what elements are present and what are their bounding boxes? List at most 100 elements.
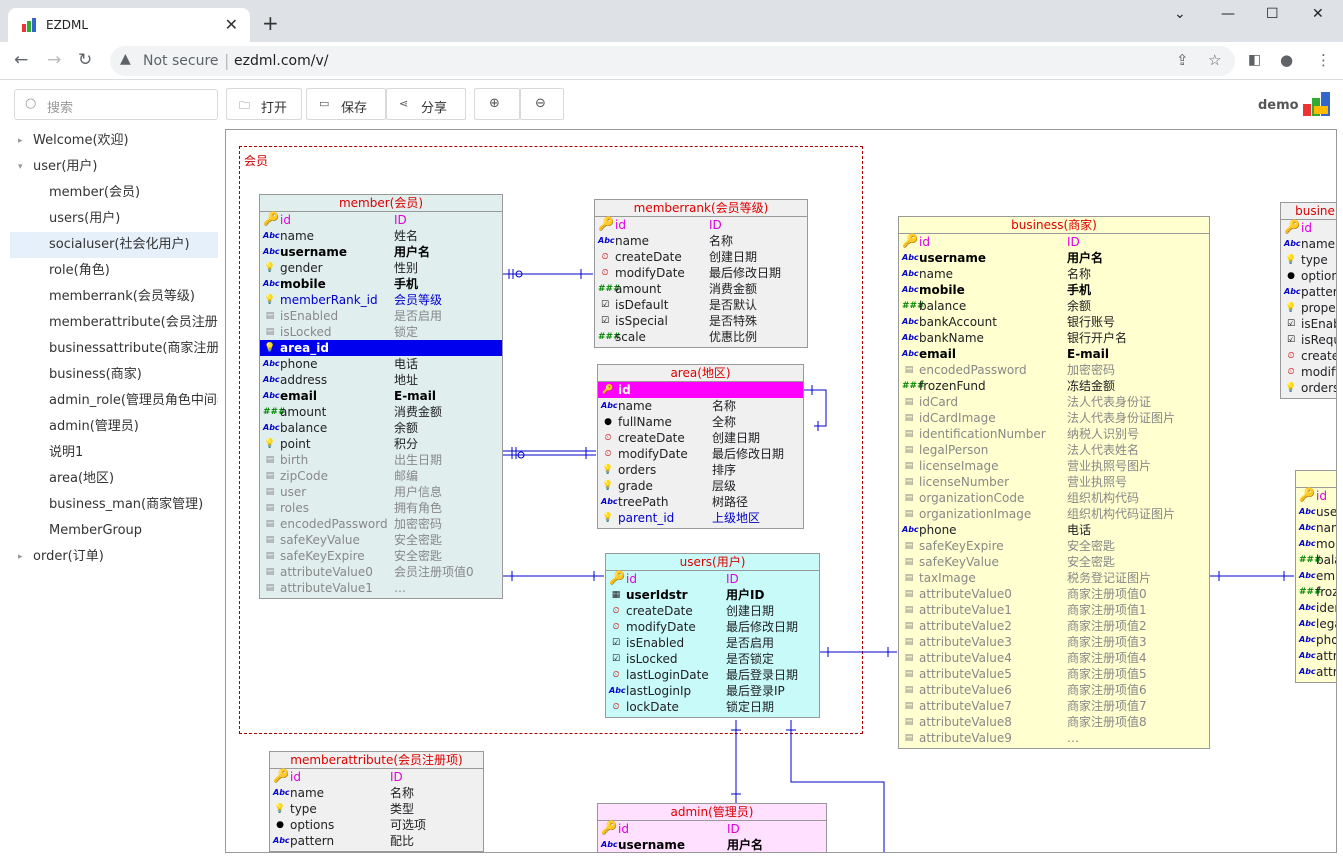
field-row[interactable]: ### balance 余额 — [899, 298, 1209, 314]
back-icon[interactable]: ← — [14, 50, 28, 70]
field-row[interactable]: ⏲ lastLoginDate 最后登录日期 — [606, 667, 819, 683]
diagram-canvas[interactable]: 会员 member(会员) 🔑 id ID Abc name 姓名 Abc username 用户… — [225, 129, 1337, 853]
field-row[interactable]: 💡 orders — [1281, 380, 1336, 396]
tree-item[interactable]: ▾ user(用户) — [10, 154, 218, 180]
omnibox[interactable]: ▲ Not secure | ezdml.com/v/ ⇪ ☆ — [110, 46, 1235, 76]
field-row[interactable]: Abc bankName 银行开户名 — [899, 330, 1209, 346]
profile-avatar-icon[interactable]: ● — [1280, 51, 1293, 69]
table-title[interactable]: area(地区) — [598, 365, 803, 382]
share-button[interactable]: ⋖ 分享 — [386, 88, 466, 120]
field-row[interactable]: ⏲ createDate 创建日期 — [606, 603, 819, 619]
field-row[interactable]: Abc pho — [1296, 632, 1336, 648]
field-row[interactable]: Abcnam — [1296, 520, 1336, 536]
field-row[interactable]: Abc email E-mail — [899, 346, 1209, 362]
table-business[interactable]: business(商家) 🔑 id ID Abc username 用户名 Abc name 名称… — [898, 216, 1210, 749]
table-admin[interactable]: admin(管理员) 🔑 id ID Abc username 用户名 — [597, 803, 827, 852]
field-row[interactable]: 🔑 id ID — [606, 571, 819, 587]
field-row[interactable]: 🔑 id ID — [260, 212, 502, 228]
field-row[interactable]: ▤ attributeValue9… — [899, 730, 1209, 746]
field-row[interactable]: 💡 area_id — [260, 340, 502, 356]
field-row[interactable]: 💡 point 积分 — [260, 436, 502, 452]
table-memberattr[interactable]: memberattribute(会员注册项) 🔑 id ID Abc name 名称 💡 typ… — [269, 751, 484, 852]
field-row[interactable]: ⏲ modifyDate 最后修改日期 — [606, 619, 819, 635]
field-row[interactable]: ▤ licenseNumber 营业执照号 — [899, 474, 1209, 490]
field-row[interactable]: Abcema — [1296, 568, 1336, 584]
field-row[interactable]: ▤ attributeValue1… — [260, 580, 502, 596]
field-row[interactable]: ● option — [1281, 268, 1336, 284]
field-row[interactable]: ▤ safeKeyValue 安全密匙 — [899, 554, 1209, 570]
field-row[interactable]: ☑ isDefault 是否默认 — [595, 297, 807, 313]
field-row[interactable]: ▤ taxImage 税务登记证图片 — [899, 570, 1209, 586]
field-row[interactable]: ⏲ create — [1281, 348, 1336, 364]
field-row[interactable]: ### scale 优惠比例 — [595, 329, 807, 345]
field-row[interactable]: ▤ organizationImage 组织机构代码证图片 — [899, 506, 1209, 522]
minimize-icon[interactable]: — — [1221, 6, 1235, 22]
tree-item[interactable]: memberattribute(会员注册项) — [10, 310, 218, 336]
bookmark-star-icon[interactable]: ☆ — [1208, 51, 1221, 69]
field-row[interactable]: Abc treePath 树路径 — [598, 494, 803, 510]
field-row[interactable]: ▤ roles 拥有角色 — [260, 500, 502, 516]
field-row[interactable]: ▤ attributeValue1 商家注册项值1 — [899, 602, 1209, 618]
tree-caret-icon[interactable]: ▾ — [18, 154, 23, 180]
field-row[interactable]: ⏲ createDate 创建日期 — [595, 249, 807, 265]
tree-item[interactable]: users(用户) — [10, 206, 218, 232]
field-row[interactable]: ⏲ lockDate 锁定日期 — [606, 699, 819, 715]
field-row[interactable]: Abc name 姓名 — [260, 228, 502, 244]
field-row[interactable]: 🔑 id ID — [595, 217, 807, 233]
field-row[interactable]: Abc username 用户名 — [260, 244, 502, 260]
field-row[interactable]: Abc username 用户名 — [598, 837, 826, 852]
table-businessman[interactable]: 🔑idAbcuserAbcnamAbcmob###balaAbcema###fr… — [1295, 470, 1336, 683]
browser-tab[interactable]: EZDML ✕ — [8, 8, 250, 42]
field-row[interactable]: Abc name 名称 — [595, 233, 807, 249]
field-row[interactable]: 🔑 id ID — [899, 234, 1209, 250]
field-row[interactable]: ⏲ modifyDate 最后修改日期 — [598, 446, 803, 462]
table-title[interactable]: member(会员) — [260, 195, 502, 212]
field-row[interactable]: ▤ idCardImage 法人代表身份证图片 — [899, 410, 1209, 426]
table-title[interactable]: busine — [1281, 203, 1336, 220]
field-row[interactable]: ▤ user 用户信息 — [260, 484, 502, 500]
field-row[interactable]: ### amount 消费金额 — [260, 404, 502, 420]
tree-item[interactable]: business_man(商家管理) — [10, 492, 218, 518]
field-row[interactable]: ▤ legalPerson 法人代表姓名 — [899, 442, 1209, 458]
field-row[interactable]: ### frozenFund 冻结金额 — [899, 378, 1209, 394]
table-title[interactable]: business(商家) — [899, 217, 1209, 234]
field-row[interactable]: Abcattri — [1296, 664, 1336, 680]
field-row[interactable]: ▦ userIdstr 用户ID — [606, 587, 819, 603]
field-row[interactable]: ▤ attributeValue5 商家注册项值5 — [899, 666, 1209, 682]
field-row[interactable]: ● fullName 全称 — [598, 414, 803, 430]
field-row[interactable]: Abc username 用户名 — [899, 250, 1209, 266]
table-title[interactable] — [1296, 471, 1336, 488]
field-row[interactable]: 💡 parent_id 上级地区 — [598, 510, 803, 526]
field-row[interactable]: ### froz — [1296, 584, 1336, 600]
field-row[interactable]: Abc pattern 配比 — [270, 833, 483, 849]
field-row[interactable]: 💡 gender 性别 — [260, 260, 502, 276]
field-row[interactable]: ▤ isLocked 锁定 — [260, 324, 502, 340]
field-row[interactable]: ▤ safeKeyExpire 安全密匙 — [260, 548, 502, 564]
field-row[interactable]: Abc phone 电话 — [260, 356, 502, 372]
field-row[interactable]: Abclega — [1296, 616, 1336, 632]
field-row[interactable]: Abcpatterr — [1281, 284, 1336, 300]
field-row[interactable]: ▤ attributeValue3 商家注册项值3 — [899, 634, 1209, 650]
field-row[interactable]: 🔑 id ID — [270, 769, 483, 785]
field-row[interactable]: ▤ attributeValue0 会员注册项值0 — [260, 564, 502, 580]
field-row[interactable]: 💡 type — [1281, 252, 1336, 268]
field-row[interactable]: ### amount 消费金额 — [595, 281, 807, 297]
table-area[interactable]: area(地区) 🔑 id Abc name 名称 ● fullName 全称 ⏲ createDa… — [597, 364, 804, 529]
field-row[interactable]: Abc name 名称 — [270, 785, 483, 801]
user-name[interactable]: demo — [1258, 98, 1299, 113]
field-row[interactable]: ⏲ createDate 创建日期 — [598, 430, 803, 446]
field-row[interactable]: ● options 可选项 — [270, 817, 483, 833]
tree-item[interactable]: area(地区) — [10, 466, 218, 492]
field-row[interactable]: ▤ attributeValue4 商家注册项值4 — [899, 650, 1209, 666]
maximize-icon[interactable]: ☐ — [1266, 6, 1279, 22]
save-button[interactable]: ▭ 保存 — [306, 88, 386, 120]
field-row[interactable]: ▤ attributeValue7 商家注册项值7 — [899, 698, 1209, 714]
field-row[interactable]: 💡 orders 排序 — [598, 462, 803, 478]
field-row[interactable]: 💡 proper — [1281, 300, 1336, 316]
zoom-in-button[interactable]: ⊕ — [474, 88, 520, 120]
tab-search-chevron-icon[interactable]: ⌄ — [1174, 6, 1186, 22]
tree-caret-icon[interactable]: ▸ — [18, 544, 23, 570]
tree-item[interactable]: business(商家) — [10, 362, 218, 388]
field-row[interactable]: Abc mobile 手机 — [260, 276, 502, 292]
field-row[interactable]: ☑ isEnab — [1281, 316, 1336, 332]
